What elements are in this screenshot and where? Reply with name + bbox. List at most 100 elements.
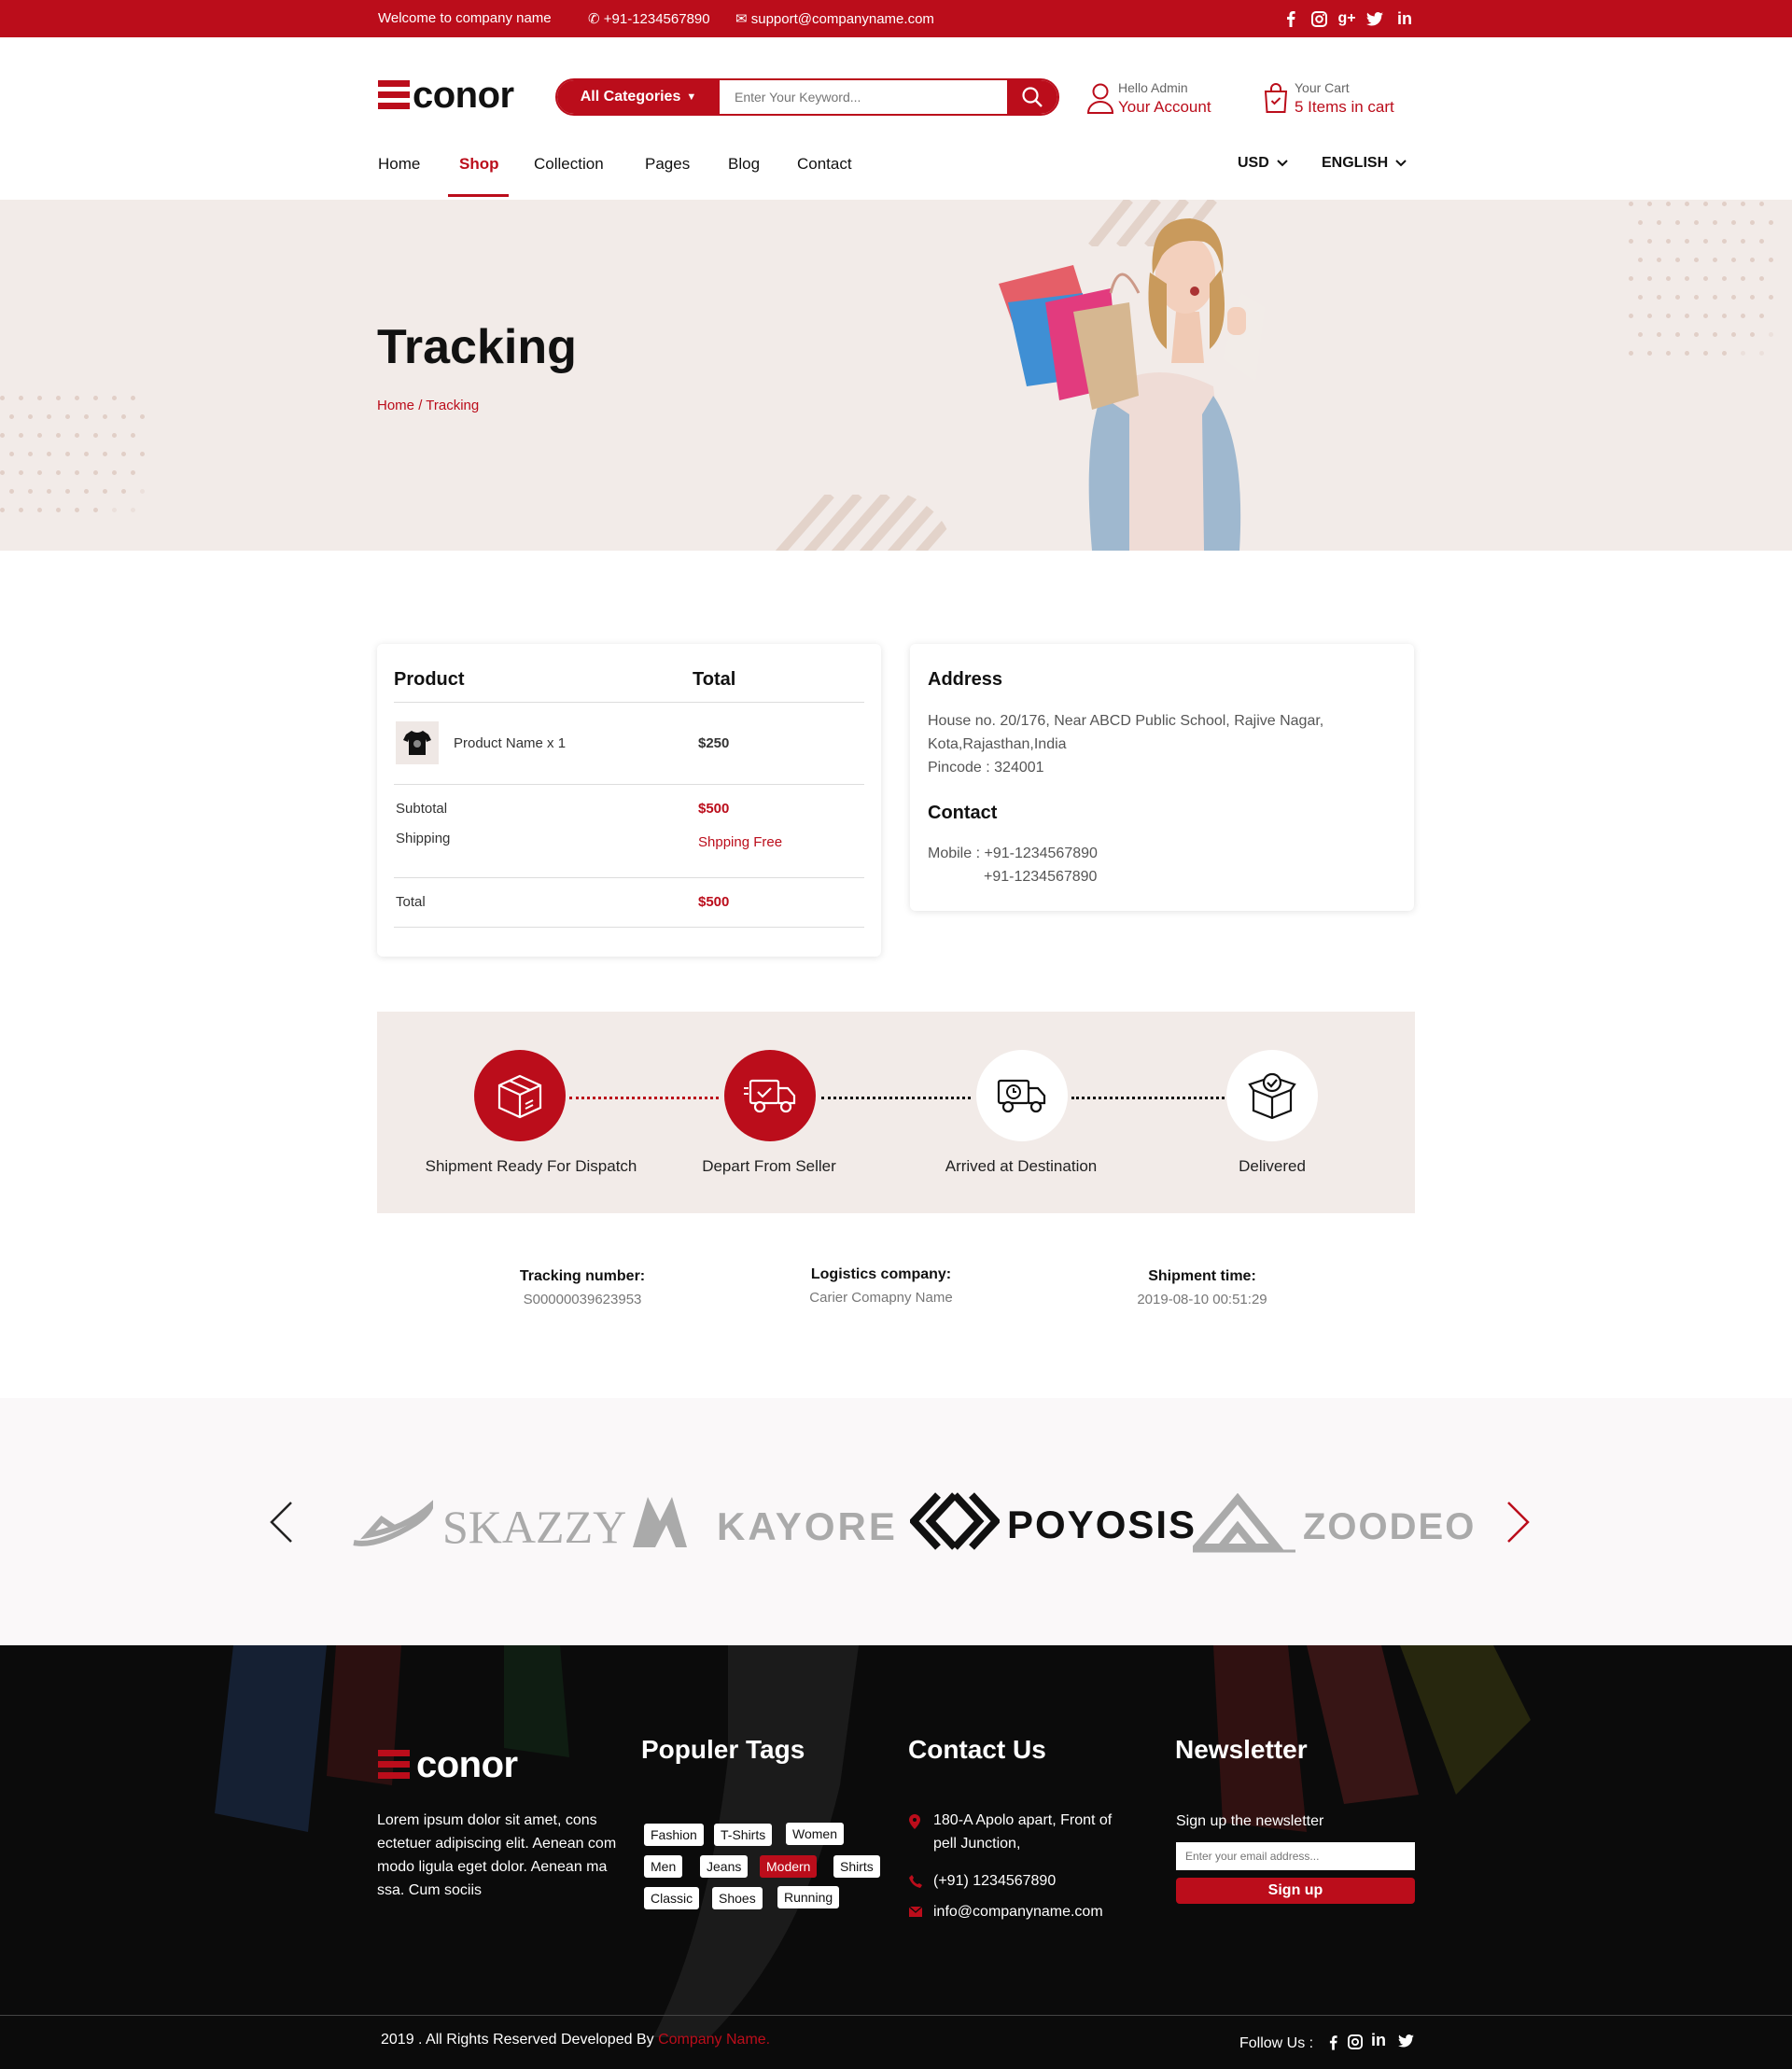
newsletter-email-input[interactable] [1176, 1842, 1415, 1870]
currency-dropdown[interactable]: USD [1238, 155, 1288, 172]
account-link[interactable]: Your Account [1118, 98, 1211, 117]
decorative-dot [75, 396, 79, 400]
linkedin-icon[interactable]: in [1371, 2031, 1386, 2050]
footer: conor Lorem ipsum dolor sit amet, cons e… [0, 1645, 1792, 2069]
step-dispatch [474, 1050, 566, 1141]
facebook-icon[interactable] [1281, 9, 1301, 28]
decorative-dot [1666, 202, 1671, 206]
tag-jeans[interactable]: Jeans [700, 1855, 749, 1878]
topbar-phone[interactable]: ✆ +91-1234567890 [588, 10, 710, 27]
footer-logo[interactable]: conor [416, 1744, 518, 1786]
address-line-1: House no. 20/176, Near ABCD Public Schoo… [928, 713, 1324, 729]
carousel-next-button[interactable] [1506, 1501, 1531, 1544]
decorative-dot [1713, 295, 1717, 300]
tag-tshirts[interactable]: T-Shirts [714, 1824, 773, 1846]
progress-connector-done [569, 1097, 719, 1099]
carousel-prev-button[interactable] [269, 1501, 293, 1544]
decorative-dot [121, 489, 126, 494]
decorative-dot [0, 470, 5, 475]
tag-shoes[interactable]: Shoes [712, 1887, 763, 1909]
footer-email[interactable]: info@companyname.com [933, 1900, 1103, 1923]
cart-items[interactable]: 5 Items in cart [1295, 98, 1394, 117]
decorative-dot [1713, 220, 1717, 225]
decorative-dot [1750, 332, 1755, 337]
decorative-dot [65, 414, 70, 419]
decorative-dot [1647, 202, 1652, 206]
decorative-dot [121, 414, 126, 419]
tag-shirts[interactable]: Shirts [833, 1855, 880, 1878]
breadcrumb: Home / Tracking [377, 398, 479, 413]
topbar-email[interactable]: ✉ support@companyname.com [735, 10, 934, 27]
decorative-dot [56, 396, 61, 400]
tracking-number-label: Tracking number: [519, 1268, 646, 1284]
cart-icon[interactable] [1264, 82, 1288, 114]
decorative-dot [121, 452, 126, 456]
nav-shop[interactable]: Shop [459, 155, 499, 174]
tag-running[interactable]: Running [777, 1886, 840, 1908]
box-check-icon [1248, 1072, 1296, 1120]
decorative-dot [1629, 276, 1633, 281]
category-dropdown[interactable]: All Categories ▼ [557, 80, 720, 114]
decorative-dot [1666, 314, 1671, 318]
footer-address-line-1: 180-A Apolo apart, Front of [933, 1812, 1113, 1828]
decorative-dot [47, 489, 51, 494]
decorative-dot [65, 452, 70, 456]
linkedin-icon[interactable]: in [1394, 9, 1415, 28]
nav-collection[interactable]: Collection [534, 155, 604, 174]
search-input[interactable] [721, 80, 1001, 114]
facebook-icon[interactable] [1329, 2034, 1337, 2050]
decorative-dot [19, 508, 23, 512]
decorative-dot [140, 414, 145, 419]
footer-phone[interactable]: (+91) 1234567890 [933, 1869, 1056, 1893]
nav-contact[interactable]: Contact [797, 155, 852, 174]
decorative-dot [93, 508, 98, 512]
breadcrumb-home[interactable]: Home [377, 398, 414, 413]
decorative-semicircle [765, 495, 952, 551]
google-plus-icon[interactable]: g+ [1337, 9, 1357, 28]
copyright-company-link[interactable]: Company Name. [658, 2032, 770, 2048]
cart-title: Your Cart [1295, 80, 1350, 95]
nav-home[interactable]: Home [378, 155, 420, 174]
decorative-dot [1694, 258, 1699, 262]
tag-women[interactable]: Women [786, 1823, 844, 1845]
decorative-dot [1694, 220, 1699, 225]
divider [394, 877, 864, 878]
decorative-dot [0, 508, 5, 512]
truck-clock-icon [997, 1079, 1046, 1113]
decorative-dot [1666, 276, 1671, 281]
footer-about-text: Lorem ipsum dolor sit amet, cons ectetue… [377, 1812, 617, 1898]
instagram-icon[interactable] [1309, 9, 1329, 28]
decorative-dot [75, 508, 79, 512]
nav-blog[interactable]: Blog [728, 155, 760, 174]
tag-modern[interactable]: Modern [760, 1855, 818, 1878]
tag-classic[interactable]: Classic [644, 1887, 700, 1909]
brand-name-poyosis: POYOSIS [1007, 1503, 1197, 1546]
tag-fashion[interactable]: Fashion [644, 1824, 704, 1846]
user-icon[interactable] [1086, 82, 1114, 114]
logo[interactable]: conor [413, 75, 514, 117]
chevron-down-icon [1395, 160, 1407, 167]
decorative-dot [37, 396, 42, 400]
decorative-dot [131, 396, 135, 400]
decorative-dot [28, 489, 33, 494]
account-greeting: Hello Admin [1118, 80, 1188, 95]
decorative-dot [1657, 332, 1661, 337]
newsletter-signup-button[interactable]: Sign up [1176, 1878, 1415, 1904]
instagram-icon[interactable] [1348, 2034, 1363, 2049]
nav-pages[interactable]: Pages [645, 155, 690, 174]
decorative-dot [140, 489, 145, 494]
decorative-dot [1759, 202, 1764, 206]
decorative-dot [1694, 332, 1699, 337]
search-button[interactable] [1007, 80, 1057, 114]
tag-men[interactable]: Men [644, 1855, 683, 1878]
decorative-dot [56, 433, 61, 438]
decorative-dot [47, 452, 51, 456]
decorative-dot [112, 433, 117, 438]
language-dropdown[interactable]: ENGLISH [1322, 155, 1407, 172]
twitter-icon[interactable] [1365, 9, 1385, 28]
chevron-right-icon [1507, 1502, 1530, 1543]
twitter-icon[interactable] [1398, 2034, 1414, 2048]
product-thumbnail[interactable] [396, 721, 439, 764]
breadcrumb-current: Tracking [426, 398, 480, 413]
decorative-dot [65, 489, 70, 494]
